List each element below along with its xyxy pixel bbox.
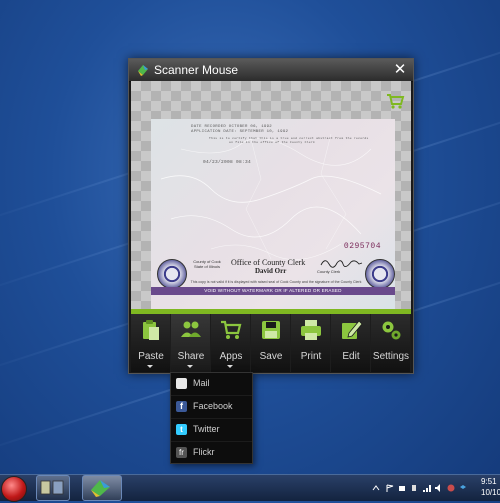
printer-icon <box>301 320 321 340</box>
print-button[interactable]: Print <box>291 314 331 372</box>
apps-button[interactable]: Apps <box>211 314 251 372</box>
apps-label: Apps <box>219 351 243 362</box>
dropbox-icon[interactable] <box>459 484 467 492</box>
start-button[interactable] <box>1 476 27 502</box>
scanner-mouse-app-icon <box>138 65 148 76</box>
share-label: Share <box>177 351 205 362</box>
scan-preview: DATE RECORDED OCTOBER 06, 1992 APPLICATI… <box>131 81 411 309</box>
edit-label: Edit <box>342 351 360 362</box>
clerk-signature <box>320 260 363 268</box>
flag-icon[interactable] <box>386 484 394 492</box>
save-label: Save <box>259 351 283 362</box>
document-certify-text: This is to certify that this is a true a… <box>209 137 369 140</box>
action-toolbar: Paste Share Apps Save Print Edit Setting… <box>131 309 411 372</box>
share-menu-item-facebook[interactable]: f Facebook <box>171 396 252 419</box>
share-menu-item-mail[interactable]: Mail <box>171 373 252 396</box>
close-button[interactable]: ✕ <box>391 61 409 78</box>
share-menu-label: Mail <box>193 378 210 388</box>
document-certify-text-2: on file in the office of the County Cler… <box>229 141 316 144</box>
edit-button[interactable]: Edit <box>331 314 371 372</box>
document-application-date: APPLICATION DATE: SEPTEMBER 10, 1992 <box>191 130 289 134</box>
clock-date: 10/10 <box>481 488 500 497</box>
share-menu-label: Twitter <box>193 424 220 434</box>
clock-time: 9:51 <box>481 477 497 486</box>
county-seal-left <box>157 259 187 289</box>
people-share-icon <box>181 321 201 337</box>
document-fine-print: This copy is not valid if it is displaye… <box>190 280 362 284</box>
share-menu-item-twitter[interactable]: t Twitter <box>171 419 252 442</box>
county-seal-right <box>365 259 395 289</box>
county-label: County of Cook State of Illinois <box>193 259 221 269</box>
share-menu-item-flickr[interactable]: fr Flickr <box>171 442 252 464</box>
twitter-icon: t <box>176 424 187 435</box>
document-date-time: 04/23/2008 08:34 <box>203 160 252 165</box>
paste-button[interactable]: Paste <box>131 314 171 372</box>
calculator-app-icon <box>40 480 64 495</box>
share-menu-label: Facebook <box>193 401 233 411</box>
share-menu-label: Flickr <box>193 447 215 457</box>
chevron-down-icon[interactable] <box>187 365 193 368</box>
document-date-recorded: DATE RECORDED OCTOBER 06, 1992 <box>191 125 273 129</box>
scanner-mouse-app-icon <box>91 480 110 497</box>
taskbar-scanner-mouse-button[interactable] <box>82 475 122 501</box>
volume-icon[interactable] <box>435 484 443 492</box>
chevron-down-icon[interactable] <box>227 365 233 368</box>
settings-label: Settings <box>372 351 410 362</box>
paste-label: Paste <box>138 351 164 362</box>
settings-button[interactable]: Settings <box>371 314 411 372</box>
system-clock[interactable]: 9:51 10/10 <box>481 476 500 498</box>
scanned-document: DATE RECORDED OCTOBER 06, 1992 APPLICATI… <box>151 119 395 309</box>
signal-bars-icon[interactable] <box>423 484 431 492</box>
scanner-mouse-window: Scanner Mouse ✕ DATE RECORDED OCTOBER 06… <box>128 58 414 374</box>
document-void-footer: VOID WITHOUT WATERMARK OR IF ALTERED OR … <box>151 287 395 295</box>
globe-icon[interactable] <box>447 484 455 492</box>
flickr-icon: fr <box>176 447 187 458</box>
taskbar-app-button[interactable] <box>36 475 70 501</box>
chevron-down-icon[interactable] <box>147 365 153 368</box>
pencil-edit-icon <box>342 320 363 339</box>
clerk-name: David Orr <box>255 267 287 275</box>
floppy-disk-icon <box>262 321 280 339</box>
clipboard-icon <box>143 320 159 340</box>
cart-icon <box>221 320 242 339</box>
print-label: Print <box>300 351 322 362</box>
cart-icon[interactable] <box>385 91 405 111</box>
gears-icon <box>382 321 401 340</box>
battery-icon[interactable] <box>398 484 406 492</box>
window-title: Scanner Mouse <box>154 63 239 77</box>
tray-expand-icon[interactable] <box>372 484 380 492</box>
share-button[interactable]: Share <box>171 314 211 372</box>
document-number: 0295704 <box>343 242 381 251</box>
mail-icon <box>176 378 187 389</box>
save-button[interactable]: Save <box>251 314 291 372</box>
facebook-icon: f <box>176 401 187 412</box>
window-titlebar[interactable]: Scanner Mouse ✕ <box>129 59 413 82</box>
share-menu: Mail f Facebook t Twitter fr Flickr <box>170 372 253 464</box>
office-title: Office of County Clerk <box>231 258 306 267</box>
usb-device-icon[interactable] <box>410 484 418 492</box>
signature-caption: County Clerk <box>317 269 341 274</box>
